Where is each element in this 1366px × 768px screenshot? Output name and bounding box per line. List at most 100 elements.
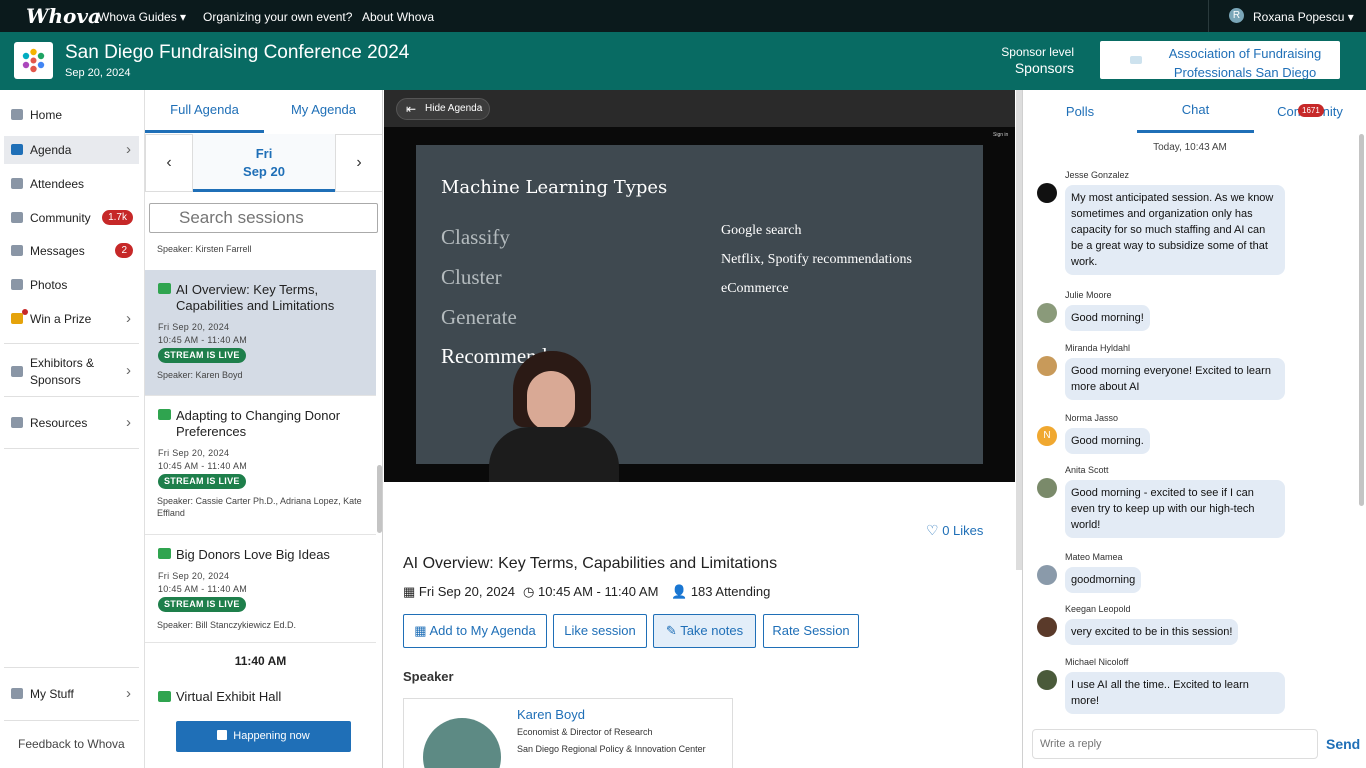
feedback-link[interactable]: Feedback to Whova xyxy=(18,737,125,751)
avatar: N xyxy=(1037,426,1057,446)
about-whova-link[interactable]: About Whova xyxy=(362,10,434,24)
add-to-agenda-button[interactable]: ▦ Add to My Agenda xyxy=(403,614,547,648)
avatar xyxy=(1037,670,1057,690)
slide-item: Generate xyxy=(441,305,517,329)
user-menu[interactable]: R Roxana Popescu ▾ xyxy=(1208,0,1366,32)
current-day[interactable]: Fri Sep 20 xyxy=(193,134,335,192)
tab-chat[interactable]: Chat xyxy=(1137,90,1254,133)
whova-guides-menu[interactable]: Whova Guides ▾ xyxy=(98,10,186,24)
sidebar-item-messages[interactable]: Messages 2 xyxy=(4,237,139,265)
previous-session-speaker: Speaker: Kirsten Farrell xyxy=(157,244,252,254)
sidebar-item-exhibitors-sponsors[interactable]: Exhibitors & Sponsors › xyxy=(4,352,139,388)
chat-scrollbar[interactable] xyxy=(1359,134,1364,506)
tab-full-agenda[interactable]: Full Agenda xyxy=(145,90,264,133)
agenda-panel: Full Agenda My Agenda ‹ Fri Sep 20 › Spe… xyxy=(145,90,383,768)
chat-author: Miranda Hyldahl xyxy=(1065,343,1131,353)
tab-my-agenda[interactable]: My Agenda xyxy=(264,90,382,133)
sidebar-item-label: Resources xyxy=(30,416,88,430)
hide-agenda-button[interactable]: ⇤ Hide Agenda xyxy=(396,98,490,120)
sponsor-level-label: Sponsor level xyxy=(1001,45,1074,59)
take-notes-button[interactable]: ✎ Take notes xyxy=(653,614,756,648)
speaker-card[interactable]: Karen Boyd Economist & Director of Resea… xyxy=(403,698,733,768)
slide-item: Cluster xyxy=(441,265,502,289)
speaker-heading: Speaker xyxy=(403,669,454,684)
trophy-icon xyxy=(11,313,23,324)
reply-input[interactable] xyxy=(1032,729,1318,759)
calendar-icon xyxy=(217,730,228,740)
sidebar-divider xyxy=(4,448,139,449)
sidebar-item-home[interactable]: Home xyxy=(4,101,139,129)
chat-author: Keegan Leopold xyxy=(1065,604,1131,614)
happening-now-button[interactable]: Happening now xyxy=(176,721,351,752)
session-item[interactable]: Big Donors Love Big Ideas Fri Sep 20, 20… xyxy=(145,535,376,643)
sidebar-item-community[interactable]: Community 1.7k xyxy=(4,204,139,232)
chat-bubble: I use AI all the time.. Excited to learn… xyxy=(1065,672,1285,714)
chat-bubble: My most anticipated session. As we know … xyxy=(1065,185,1285,275)
send-button[interactable]: Send xyxy=(1326,736,1360,752)
event-title: San Diego Fundraising Conference 2024 xyxy=(65,42,410,63)
happening-now-label: Happening now xyxy=(233,730,310,742)
organizing-event-link[interactable]: Organizing your own event? xyxy=(203,10,352,24)
presenter-video xyxy=(479,351,629,482)
session-speaker: Speaker: Karen Boyd xyxy=(157,370,243,380)
people-icon xyxy=(11,178,23,189)
chat-author: Norma Jasso xyxy=(1065,413,1119,423)
event-header: San Diego Fundraising Conference 2024 Se… xyxy=(0,32,1366,90)
chevron-right-icon: › xyxy=(126,685,131,702)
likes-button[interactable]: ♡ 0 Likes xyxy=(926,522,983,539)
chat-icon xyxy=(11,212,23,223)
chat-bubble: Good morning - excited to see if I can e… xyxy=(1065,480,1285,538)
session-main: ⇤ Hide Agenda Sign in Machine Learning T… xyxy=(384,90,1015,768)
session-item[interactable]: Adapting to Changing Donor Preferences F… xyxy=(145,396,376,535)
session-date: ▦ Fri Sep 20, 2024 xyxy=(403,584,515,600)
event-date: Sep 20, 2024 xyxy=(65,67,131,79)
speaker-name[interactable]: Karen Boyd xyxy=(517,707,585,722)
chevron-right-icon: › xyxy=(126,414,131,431)
sidebar-item-win-a-prize[interactable]: Win a Prize › xyxy=(4,305,139,333)
sidebar-item-label: Home xyxy=(30,108,63,122)
sidebar-item-label: Exhibitors & Sponsors xyxy=(30,356,95,387)
sidebar: Home Agenda › Attendees Community 1.7k M… xyxy=(0,90,145,768)
next-day-button[interactable]: › xyxy=(335,134,382,192)
slide-example: eCommerce xyxy=(721,281,789,296)
clock-icon: ◷ xyxy=(523,584,535,599)
avatar xyxy=(1037,565,1057,585)
day-date: Sep 20 xyxy=(243,164,285,179)
agenda-scrollbar[interactable] xyxy=(377,465,382,533)
sidebar-item-attendees[interactable]: Attendees xyxy=(4,170,139,198)
community-count-badge: 1671 xyxy=(1298,104,1324,117)
speaker-photo xyxy=(423,718,501,768)
sponsor-banner[interactable]: Association of Fundraising Professionals… xyxy=(1100,41,1340,80)
likes-count: 0 Likes xyxy=(942,523,984,538)
exhibit-hall-item[interactable]: Virtual Exhibit Hall Happening now xyxy=(145,678,376,768)
sidebar-item-resources[interactable]: Resources › xyxy=(4,409,139,437)
sidebar-item-my-stuff[interactable]: My Stuff › xyxy=(4,680,139,708)
video-player[interactable]: Sign in Machine Learning Types Classify … xyxy=(384,127,1015,482)
video-camera-icon xyxy=(158,409,171,420)
chat-bubble: Good morning! xyxy=(1065,305,1150,331)
like-session-button[interactable]: Like session xyxy=(553,614,647,648)
session-item[interactable]: AI Overview: Key Terms, Capabilities and… xyxy=(145,270,376,396)
avatar xyxy=(1037,303,1057,323)
sidebar-item-label: Messages xyxy=(30,244,85,258)
whova-logo[interactable]: Whova xyxy=(26,4,101,28)
sidebar-divider xyxy=(4,396,139,397)
prev-day-button[interactable]: ‹ xyxy=(145,134,193,192)
sidebar-item-photos[interactable]: Photos xyxy=(4,271,139,299)
chevron-right-icon: › xyxy=(126,310,131,327)
chat-bubble: goodmorning xyxy=(1065,567,1142,593)
session-title: Big Donors Love Big Ideas xyxy=(176,547,330,562)
attending-text: 183 Attending xyxy=(690,584,771,599)
chevron-right-icon: › xyxy=(126,362,131,379)
sidebar-item-agenda[interactable]: Agenda › xyxy=(4,136,139,164)
session-time-text: 10:45 AM - 11:40 AM xyxy=(537,584,659,599)
take-notes-label: Take notes xyxy=(680,623,744,638)
session-time: 10:45 AM - 11:40 AM xyxy=(158,584,248,594)
sidebar-item-label: Agenda xyxy=(30,143,72,157)
rate-session-button[interactable]: Rate Session xyxy=(763,614,859,648)
chat-bubble: Good morning. xyxy=(1065,428,1150,454)
tab-polls[interactable]: Polls xyxy=(1023,90,1137,133)
slide-example: Netflix, Spotify recommendations xyxy=(721,252,912,267)
search-input[interactable] xyxy=(149,203,378,233)
chat-author: Anita Scott xyxy=(1065,465,1109,475)
